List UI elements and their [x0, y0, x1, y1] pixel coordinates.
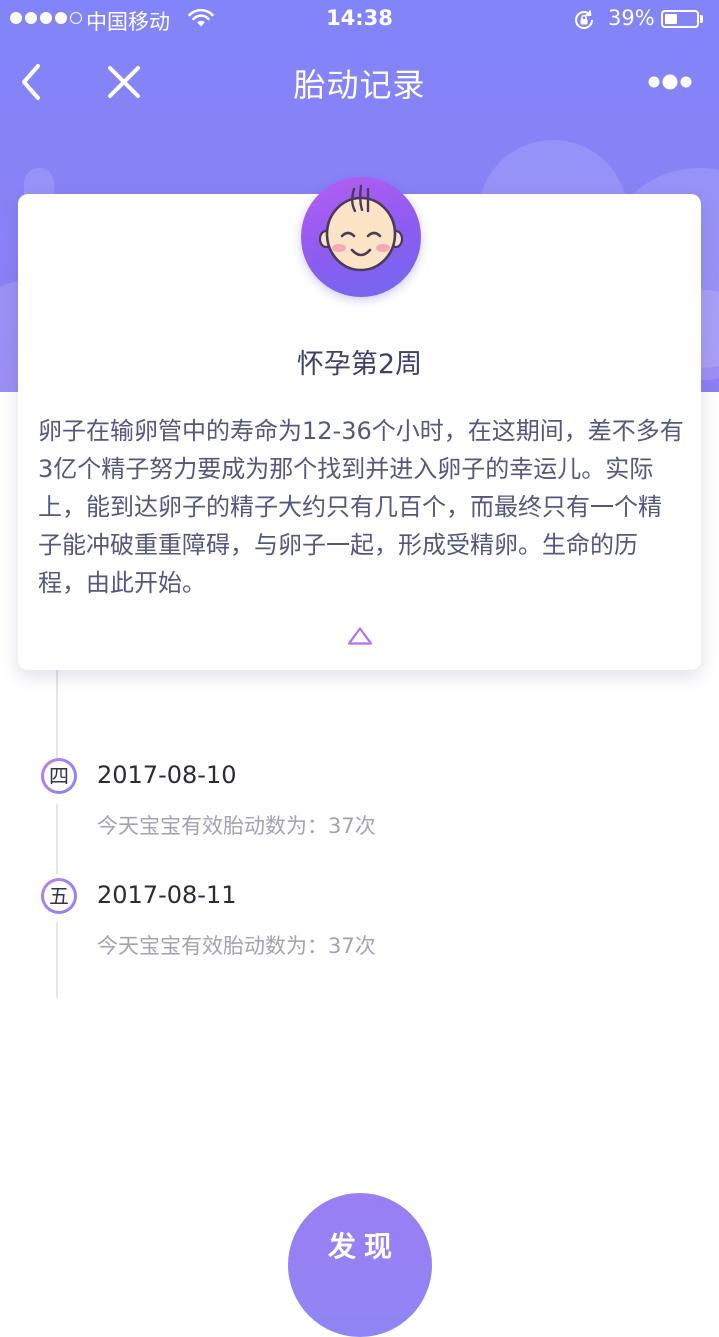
weekday-badge: 五: [41, 878, 77, 914]
week-title: 怀孕第2周: [296, 349, 423, 380]
timeline-line: [56, 804, 58, 874]
weekday-label: 四: [44, 761, 74, 791]
entry-movement-count: 今天宝宝有效胎动数为：37次: [97, 934, 376, 958]
status-bar: 中国移动 14:38 39%: [0, 0, 719, 40]
baby-avatar: [301, 177, 421, 297]
week-description: 卵子在输卵管中的寿命为12-36个小时，在这期间，差不多有3亿个精子努力要成为那…: [38, 417, 684, 597]
entry-date: 2017-08-11: [97, 881, 237, 909]
timeline-line: [56, 922, 58, 998]
navigation-bar: 胎动记录: [0, 44, 719, 118]
entry-date: 2017-08-10: [97, 761, 237, 789]
rotation-lock-icon: [575, 10, 594, 29]
weekday-badge: 四: [41, 758, 77, 794]
triangle-up-icon[interactable]: [346, 626, 374, 646]
discover-button[interactable]: 发现: [288, 1193, 432, 1337]
entry-movement-count: 今天宝宝有效胎动数为：37次: [97, 814, 376, 838]
battery-icon: [661, 10, 699, 28]
battery-cap: [700, 15, 703, 23]
baby-face-icon: [318, 184, 404, 272]
timeline-line: [56, 670, 58, 758]
weekday-label: 五: [44, 881, 74, 911]
more-dots-icon[interactable]: [646, 70, 694, 94]
battery-percentage: 39%: [608, 6, 655, 30]
discover-button-label: 发现: [327, 1230, 400, 1263]
battery-fill: [665, 14, 677, 24]
page-title: 胎动记录: [293, 66, 426, 104]
